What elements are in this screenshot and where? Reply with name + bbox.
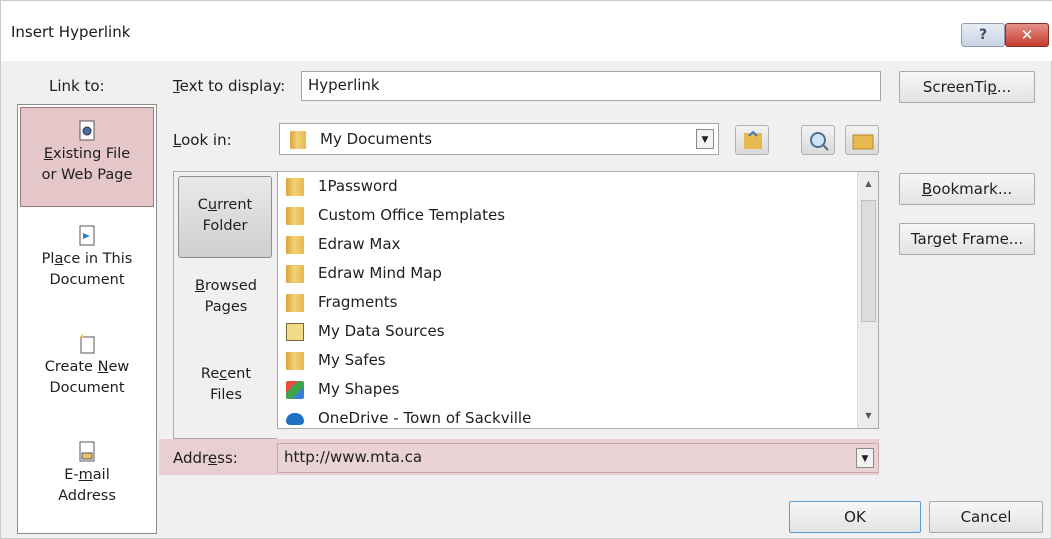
list-item[interactable]: OneDrive - Town of Sackville — [286, 404, 531, 428]
ok-button[interactable]: OK — [789, 501, 921, 533]
nav-browsed-pages[interactable]: Browsed Pages — [174, 276, 278, 318]
folder-icon — [290, 131, 306, 149]
folder-icon — [286, 206, 304, 225]
folder-icon — [286, 235, 304, 254]
link-to-label: Link to: — [49, 77, 105, 95]
place-in-document-icon — [79, 225, 95, 246]
chevron-down-icon[interactable]: ▼ — [856, 448, 874, 468]
list-item[interactable]: Fragments — [286, 288, 397, 317]
folder-icon — [286, 293, 304, 312]
dialog-title: Insert Hyperlink — [11, 23, 131, 41]
link-place-in-document[interactable]: Place in This Document — [20, 225, 154, 291]
existing-file-icon — [79, 120, 95, 141]
link-email-address[interactable]: E-mail Address — [20, 441, 154, 507]
scroll-down-icon[interactable]: ▼ — [858, 406, 879, 426]
nav-current-folder[interactable]: Current Folder — [178, 176, 272, 258]
target-frame-button[interactable]: Target Frame... — [899, 223, 1035, 255]
screentip-button[interactable]: ScreenTip... — [899, 71, 1035, 103]
scroll-thumb[interactable] — [861, 200, 876, 322]
scroll-up-icon[interactable]: ▲ — [858, 174, 879, 194]
link-item-line2: or Web Page — [41, 167, 133, 183]
browse-file-button[interactable] — [845, 125, 879, 155]
up-folder-icon — [744, 130, 762, 149]
create-new-document-icon — [80, 334, 95, 354]
address-label: Address: — [173, 449, 238, 467]
nav-recent-files[interactable]: Recent Files — [174, 364, 278, 406]
insert-hyperlink-dialog: Insert Hyperlink ? ✕ Link to: Existing F… — [0, 0, 1052, 539]
look-in-select[interactable]: My Documents ▼ — [279, 123, 719, 155]
text-to-display-input[interactable]: Hyperlink — [301, 71, 881, 101]
browse-web-button[interactable] — [801, 125, 835, 155]
link-item-line2: Address — [58, 488, 116, 504]
help-button[interactable]: ? — [961, 23, 1005, 47]
close-icon: ✕ — [1020, 26, 1034, 44]
address-input[interactable]: http://www.mta.ca ▼ — [277, 443, 879, 473]
link-item-line2: Document — [49, 272, 125, 288]
email-address-icon — [79, 441, 95, 462]
list-item[interactable]: My Safes — [286, 346, 386, 375]
list-item[interactable]: 1Password — [286, 172, 398, 201]
data-sources-icon — [286, 322, 304, 341]
look-in-label: Look in: — [173, 131, 232, 149]
link-existing-file[interactable]: Existing File or Web Page — [20, 107, 154, 207]
title-bar: Insert Hyperlink ? ✕ — [1, 1, 1052, 61]
close-button[interactable]: ✕ — [1005, 23, 1049, 47]
view-nav-pane: Current Folder Browsed Pages Recent File… — [173, 171, 277, 439]
link-create-new-document[interactable]: Create New Document — [20, 333, 154, 399]
file-list[interactable]: 1Password Custom Office Templates Edraw … — [277, 171, 879, 429]
list-item[interactable]: Custom Office Templates — [286, 201, 505, 230]
chevron-down-icon[interactable]: ▼ — [696, 129, 714, 149]
folder-icon — [286, 177, 304, 196]
list-item[interactable]: My Data Sources — [286, 317, 445, 346]
help-icon: ? — [978, 27, 988, 43]
shapes-icon — [286, 380, 304, 399]
cancel-button[interactable]: Cancel — [929, 501, 1043, 533]
link-to-pane: Existing File or Web Page Place in This … — [17, 104, 157, 534]
folder-icon — [286, 351, 304, 370]
list-item[interactable]: My Shapes — [286, 375, 399, 404]
link-item-line2: Document — [49, 380, 125, 396]
file-list-scrollbar[interactable]: ▲ ▼ — [857, 172, 878, 428]
browse-web-icon — [810, 132, 829, 151]
onedrive-icon — [286, 412, 304, 425]
open-folder-icon — [852, 134, 874, 150]
folder-icon — [286, 264, 304, 283]
up-one-folder-button[interactable] — [735, 125, 769, 155]
list-item[interactable]: Edraw Max — [286, 230, 400, 259]
bookmark-button[interactable]: Bookmark... — [899, 173, 1035, 205]
list-item[interactable]: Edraw Mind Map — [286, 259, 442, 288]
text-to-display-label: Text to display: — [173, 77, 286, 95]
